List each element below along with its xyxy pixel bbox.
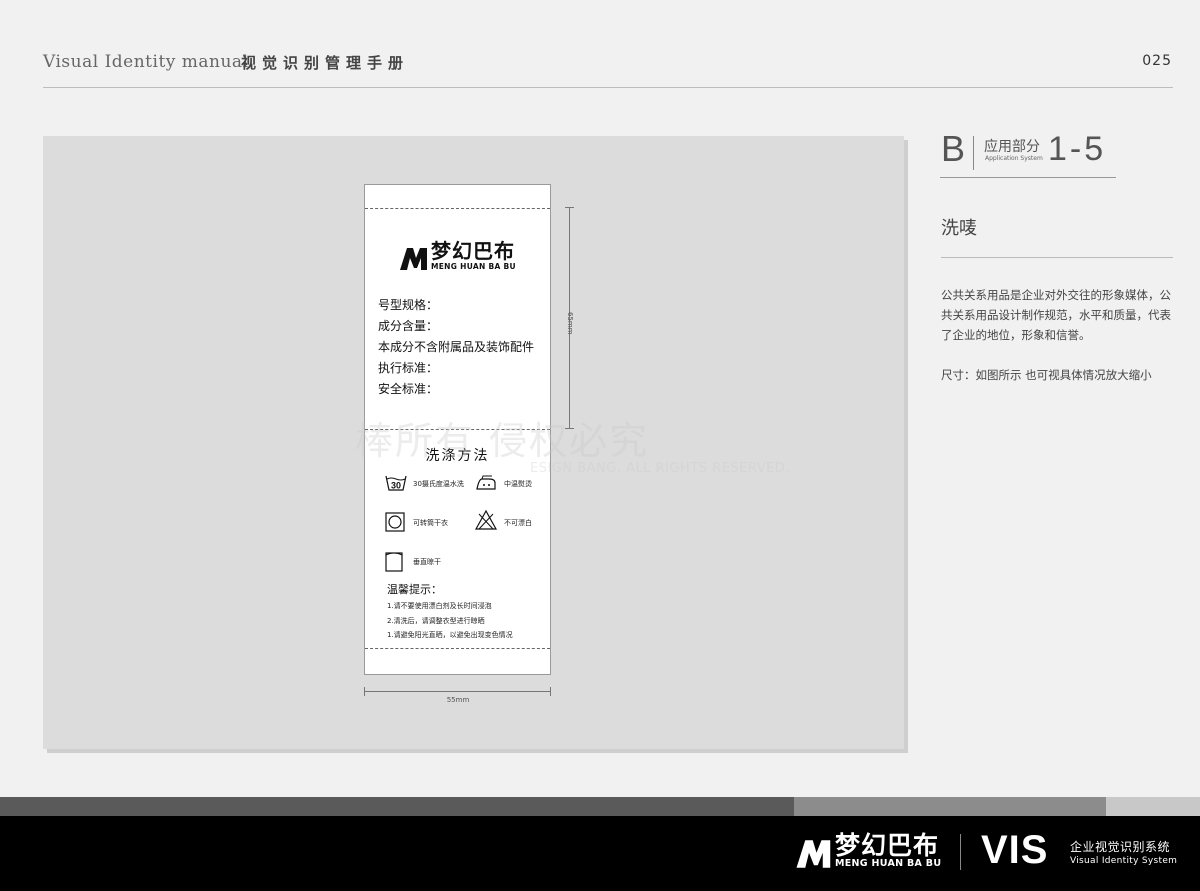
header-title-zh: 视觉识别管理手册 (241, 54, 410, 72)
footer-logo: 梦幻巴布 MENG HUAN BA BU (795, 833, 941, 869)
field-standard: 执行标准： (378, 361, 439, 375)
height-dimension-tick-top (565, 207, 574, 208)
hang-dry-icon (385, 552, 403, 572)
footer-bar-light (1106, 797, 1200, 816)
tips-title: 温馨提示： (387, 583, 442, 596)
footer-brand-en: MENG HUAN BA BU (835, 858, 942, 869)
tip-1: 1.请不要使用漂白剂及长时间浸泡 (387, 602, 492, 610)
width-dimension-line (364, 691, 551, 692)
label-logo: 梦幻巴布 MENG HUAN BA BU (399, 241, 516, 271)
section-divider (973, 136, 974, 170)
label-info: 号型规格： 成分含量： 本成分不含附属品及装饰配件 执行标准： 安全标准： (378, 295, 534, 400)
tips-list: 1.请不要使用漂白剂及长时间浸泡 2.清洗后，请调整衣型进行晾晒 1.请避免阳光… (387, 599, 513, 643)
footer-system-en: Visual Identity System (1070, 856, 1178, 866)
item-title: 洗唛 (941, 218, 977, 239)
iron-text: 中温熨烫 (504, 480, 532, 488)
footer-bar-dark (0, 797, 794, 816)
footer-divider (960, 834, 961, 870)
no-bleach-icon (475, 510, 497, 530)
field-composition: 成分含量： (378, 319, 439, 333)
width-dimension-tick-right (550, 687, 551, 696)
item-size-note: 尺寸：如图所示 也可视具体情况放大缩小 (941, 368, 1152, 382)
brand-m-logo-icon (400, 248, 427, 270)
header-divider (43, 87, 1173, 88)
top-dashed-line (365, 208, 550, 209)
logo-text: 梦幻巴布 MENG HUAN BA BU (431, 241, 516, 271)
width-dimension-text: 55mm (446, 696, 470, 704)
section-letter: B (941, 128, 966, 169)
field-size: 号型规格： (378, 298, 439, 312)
footer-bar-mid (794, 797, 1106, 816)
field-safety: 安全标准： (378, 382, 439, 396)
item-underline (941, 257, 1173, 258)
bottom-dashed-line (365, 648, 550, 649)
section-underline (940, 177, 1116, 178)
wash-30-value: 30 (391, 481, 401, 491)
tip-3: 1.请避免阳光直晒，以避免出现变色情况 (387, 631, 513, 639)
section-name-zh: 应用部分 (984, 139, 1040, 155)
footer-logo-text: 梦幻巴布 MENG HUAN BA BU (835, 833, 941, 869)
width-dimension-tick-left (364, 687, 365, 696)
item-description: 公共关系用品是企业对外交往的形象媒体，公共关系用品设计制作规范，水平和质量，代表… (941, 288, 1171, 342)
field-note: 本成分不含附属品及装饰配件 (378, 340, 535, 354)
iron-icon (476, 475, 496, 490)
tip-2: 2.清洗后，请调整衣型进行晾晒 (387, 616, 485, 625)
footer-vis: VIS (981, 828, 1049, 872)
section-name-en: Application System (985, 155, 1043, 162)
brand-cn: 梦幻巴布 (431, 239, 515, 263)
watermark-zh: 棒所有 侵权必究 (355, 419, 650, 463)
watermark-en: ESIGN BANG. ALL RIGHTS RESERVED. (530, 461, 790, 476)
hang-dry-text: 垂直晾干 (413, 558, 441, 566)
no-bleach-text: 不可漂白 (504, 519, 532, 527)
brand-en: MENG HUAN BA BU (431, 262, 516, 271)
height-dimension-text: 65mm (566, 312, 574, 335)
footer-brand-m-logo-icon (796, 840, 831, 868)
wash-30-icon: 30 (385, 475, 407, 491)
page-number: 025 (1142, 53, 1172, 69)
footer-brand-cn: 梦幻巴布 (835, 831, 940, 860)
header-title-en: Visual Identity manual (43, 52, 249, 72)
tumble-dry-icon (385, 512, 405, 532)
section-number: 1-5 (1048, 130, 1107, 168)
footer-system-zh: 企业视觉识别系统 (1070, 840, 1171, 854)
wash-30-text: 30摄氏度温水洗 (413, 480, 464, 488)
tumble-dry-text: 可转筒干衣 (413, 519, 448, 527)
